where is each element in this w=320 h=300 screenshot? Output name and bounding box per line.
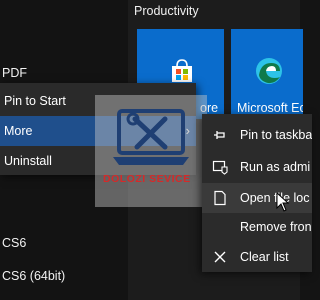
close-icon xyxy=(214,251,226,263)
edge-tile-label: Microsoft Ec xyxy=(237,101,303,115)
pin-icon xyxy=(214,131,225,139)
edge-icon xyxy=(256,58,282,84)
run-as-admin-menu-item[interactable]: Run as admi xyxy=(202,152,312,182)
app-list-item-cs6[interactable]: CS6 xyxy=(2,236,26,250)
remove-from-list-label: Remove fron xyxy=(240,220,312,234)
open-file-location-icon xyxy=(214,190,226,206)
uninstall-label: Uninstall xyxy=(4,154,52,168)
app-list-item-pdf[interactable]: PDF xyxy=(2,66,27,80)
more-submenu: Pin to taskba Run as admi Open file loc … xyxy=(202,114,312,272)
app-list-item-cs6-64bit[interactable]: CS6 (64bit) xyxy=(2,269,65,283)
pin-to-start-label: Pin to Start xyxy=(4,94,66,108)
watermark-text: DOLOZI SEVICE xyxy=(103,173,191,185)
clear-list-label: Clear list xyxy=(240,250,289,264)
admin-shield-icon xyxy=(212,160,228,175)
laptop-tools-icon xyxy=(113,109,189,165)
pin-to-taskbar-label: Pin to taskba xyxy=(240,128,312,142)
open-file-location-label: Open file loc xyxy=(240,191,310,205)
remove-from-list-menu-item[interactable]: Remove fron xyxy=(202,212,312,242)
watermark-logo: DOLOZI SEVICE xyxy=(95,95,207,207)
edge-tile[interactable]: Microsoft Ec xyxy=(231,29,303,119)
store-icon xyxy=(172,59,192,82)
tile-group-header[interactable]: Productivity xyxy=(134,4,199,18)
more-label: More xyxy=(4,124,33,138)
clear-list-menu-item[interactable]: Clear list xyxy=(202,242,312,272)
mouse-cursor-icon xyxy=(276,192,290,212)
open-file-location-menu-item[interactable]: Open file loc xyxy=(202,183,312,213)
run-as-admin-label: Run as admi xyxy=(240,160,311,174)
pin-to-taskbar-menu-item[interactable]: Pin to taskba xyxy=(202,120,312,150)
